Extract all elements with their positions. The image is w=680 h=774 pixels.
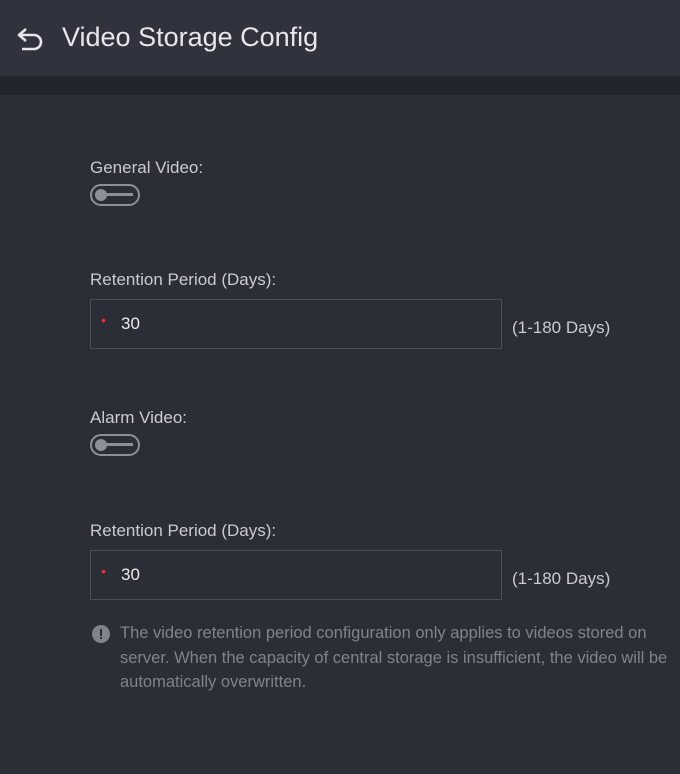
alarm-retention-hint: (1-180 Days) [512, 569, 610, 589]
toggle-bar [105, 193, 133, 196]
general-retention-value: 30 [121, 314, 140, 334]
toggle-bar [105, 443, 133, 446]
required-marker: • [101, 312, 106, 328]
general-video-toggle[interactable] [90, 184, 140, 206]
info-icon [92, 625, 110, 643]
alarm-retention-value: 30 [121, 565, 140, 585]
page-title: Video Storage Config [62, 22, 318, 53]
general-retention-input[interactable]: • 30 [90, 299, 502, 349]
alarm-retention-input[interactable]: • 30 [90, 550, 502, 600]
alarm-video-label: Alarm Video: [90, 408, 187, 428]
storage-config-panel: Video Storage Config General Video: Rete… [0, 0, 680, 774]
retention-note: The video retention period configuration… [120, 621, 676, 695]
general-retention-hint: (1-180 Days) [512, 318, 610, 338]
alarm-retention-label: Retention Period (Days): [90, 521, 276, 541]
back-arrow-icon[interactable] [16, 24, 46, 54]
alarm-video-toggle[interactable] [90, 434, 140, 456]
required-marker: • [101, 563, 106, 579]
header-divider [0, 76, 680, 95]
header-bar: Video Storage Config [0, 0, 680, 76]
general-retention-label: Retention Period (Days): [90, 270, 276, 290]
general-video-label: General Video: [90, 158, 203, 178]
